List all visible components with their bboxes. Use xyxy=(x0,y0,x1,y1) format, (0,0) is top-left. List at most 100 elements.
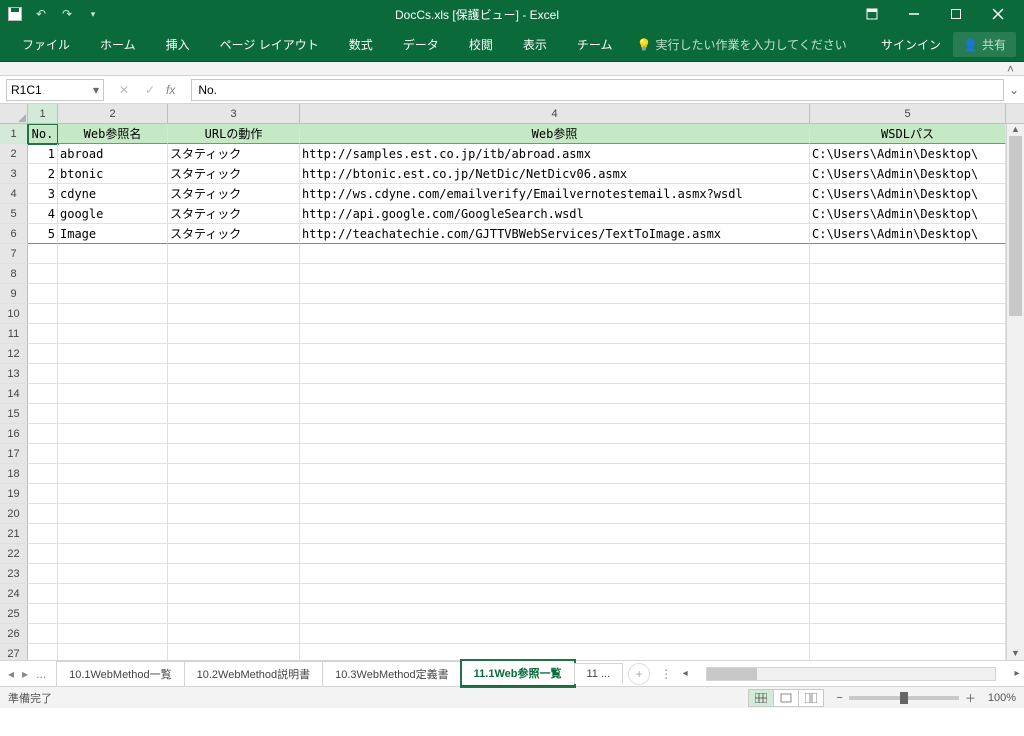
row-header[interactable]: 6 xyxy=(0,224,28,244)
redo-icon[interactable]: ↷ xyxy=(58,5,76,23)
cell[interactable] xyxy=(168,304,300,324)
cell[interactable] xyxy=(28,484,58,504)
cell[interactable] xyxy=(168,584,300,604)
cell[interactable] xyxy=(300,444,810,464)
cell[interactable] xyxy=(28,284,58,304)
cell[interactable]: 2 xyxy=(28,164,58,184)
cell[interactable]: 3 xyxy=(28,184,58,204)
cell[interactable] xyxy=(300,524,810,544)
cell[interactable] xyxy=(28,564,58,584)
cell[interactable] xyxy=(300,504,810,524)
vertical-scrollbar[interactable]: ▲ ▼ xyxy=(1006,124,1024,660)
cell[interactable]: C:\Users\Admin\Desktop\ xyxy=(810,144,1006,164)
cell[interactable] xyxy=(58,464,168,484)
cell[interactable] xyxy=(810,604,1006,624)
cell[interactable] xyxy=(300,324,810,344)
cell[interactable] xyxy=(28,544,58,564)
cell[interactable]: http://samples.est.co.jp/itb/abroad.asmx xyxy=(300,144,810,164)
cell[interactable] xyxy=(58,544,168,564)
sheet-tab-11-1[interactable]: 11.1Web参照一覧 xyxy=(461,660,575,687)
cell[interactable] xyxy=(810,504,1006,524)
sheet-nav-prev-icon[interactable]: ▸ xyxy=(20,667,30,681)
horizontal-scrollbar[interactable] xyxy=(706,667,996,681)
row-header[interactable]: 12 xyxy=(0,344,28,364)
cell[interactable] xyxy=(28,364,58,384)
cell[interactable] xyxy=(810,644,1006,660)
cell[interactable] xyxy=(58,564,168,584)
cell[interactable]: 1 xyxy=(28,144,58,164)
cell[interactable]: スタティック xyxy=(168,164,300,184)
cell[interactable]: スタティック xyxy=(168,204,300,224)
row-header[interactable]: 4 xyxy=(0,184,28,204)
tab-home[interactable]: ホーム xyxy=(86,30,150,59)
cell[interactable]: http://api.google.com/GoogleSearch.wsdl xyxy=(300,204,810,224)
cell[interactable] xyxy=(28,584,58,604)
cell[interactable] xyxy=(300,584,810,604)
row-header[interactable]: 11 xyxy=(0,324,28,344)
cell[interactable]: No. xyxy=(28,124,58,144)
save-icon[interactable] xyxy=(6,5,24,23)
zoom-slider[interactable] xyxy=(849,696,959,700)
cell[interactable] xyxy=(168,624,300,644)
cell[interactable] xyxy=(58,264,168,284)
cell[interactable] xyxy=(58,304,168,324)
cell[interactable]: Web参照 xyxy=(300,124,810,144)
row-header[interactable]: 25 xyxy=(0,604,28,624)
cell[interactable] xyxy=(28,404,58,424)
cell[interactable] xyxy=(168,464,300,484)
col-header-3[interactable]: 3 xyxy=(168,104,300,123)
tab-insert[interactable]: 挿入 xyxy=(152,30,204,59)
cell[interactable]: C:\Users\Admin\Desktop\ xyxy=(810,224,1006,244)
cell[interactable] xyxy=(58,504,168,524)
cell[interactable]: Web参照名 xyxy=(58,124,168,144)
qat-customize-icon[interactable]: ▾ xyxy=(84,5,102,23)
col-header-1[interactable]: 1 xyxy=(28,104,58,123)
cell[interactable] xyxy=(810,624,1006,644)
cell[interactable] xyxy=(28,604,58,624)
cell[interactable] xyxy=(810,324,1006,344)
cell[interactable] xyxy=(168,424,300,444)
cell[interactable] xyxy=(168,504,300,524)
cell[interactable] xyxy=(168,324,300,344)
cell[interactable] xyxy=(168,524,300,544)
cell[interactable] xyxy=(58,424,168,444)
cell[interactable] xyxy=(300,244,810,264)
sign-in-link[interactable]: サインイン xyxy=(881,36,941,53)
fx-icon[interactable]: fx xyxy=(166,83,175,97)
name-box[interactable]: R1C1 ▾ xyxy=(6,79,104,101)
tab-review[interactable]: 校閲 xyxy=(455,30,507,59)
zoom-out-button[interactable]: − xyxy=(836,692,842,704)
view-page-break-icon[interactable] xyxy=(798,689,824,707)
cell[interactable] xyxy=(28,464,58,484)
cell[interactable] xyxy=(28,624,58,644)
cell[interactable] xyxy=(300,404,810,424)
cell[interactable] xyxy=(58,444,168,464)
cell[interactable] xyxy=(300,464,810,484)
ribbon-options-icon[interactable] xyxy=(852,1,892,27)
minimize-icon[interactable] xyxy=(894,1,934,27)
cell[interactable] xyxy=(58,484,168,504)
cell[interactable] xyxy=(58,384,168,404)
cell[interactable]: C:\Users\Admin\Desktop\ xyxy=(810,164,1006,184)
row-header[interactable]: 9 xyxy=(0,284,28,304)
sheet-tab-10-1[interactable]: 10.1WebMethod一覧 xyxy=(56,661,185,686)
cell[interactable] xyxy=(810,464,1006,484)
zoom-knob[interactable] xyxy=(900,692,908,704)
cell[interactable] xyxy=(810,384,1006,404)
new-sheet-button[interactable]: + xyxy=(628,663,650,685)
cell[interactable] xyxy=(28,304,58,324)
cell[interactable] xyxy=(168,364,300,384)
ribbon-collapse-icon[interactable]: ˄ xyxy=(0,62,1024,76)
row-header[interactable]: 22 xyxy=(0,544,28,564)
cell[interactable] xyxy=(300,644,810,660)
cell[interactable] xyxy=(810,364,1006,384)
cell[interactable] xyxy=(168,604,300,624)
cell[interactable] xyxy=(168,564,300,584)
row-header[interactable]: 23 xyxy=(0,564,28,584)
tab-file[interactable]: ファイル xyxy=(8,30,84,59)
cell[interactable]: スタティック xyxy=(168,184,300,204)
cell[interactable] xyxy=(810,524,1006,544)
row-header[interactable]: 24 xyxy=(0,584,28,604)
view-normal-icon[interactable] xyxy=(748,689,774,707)
cell[interactable] xyxy=(168,384,300,404)
